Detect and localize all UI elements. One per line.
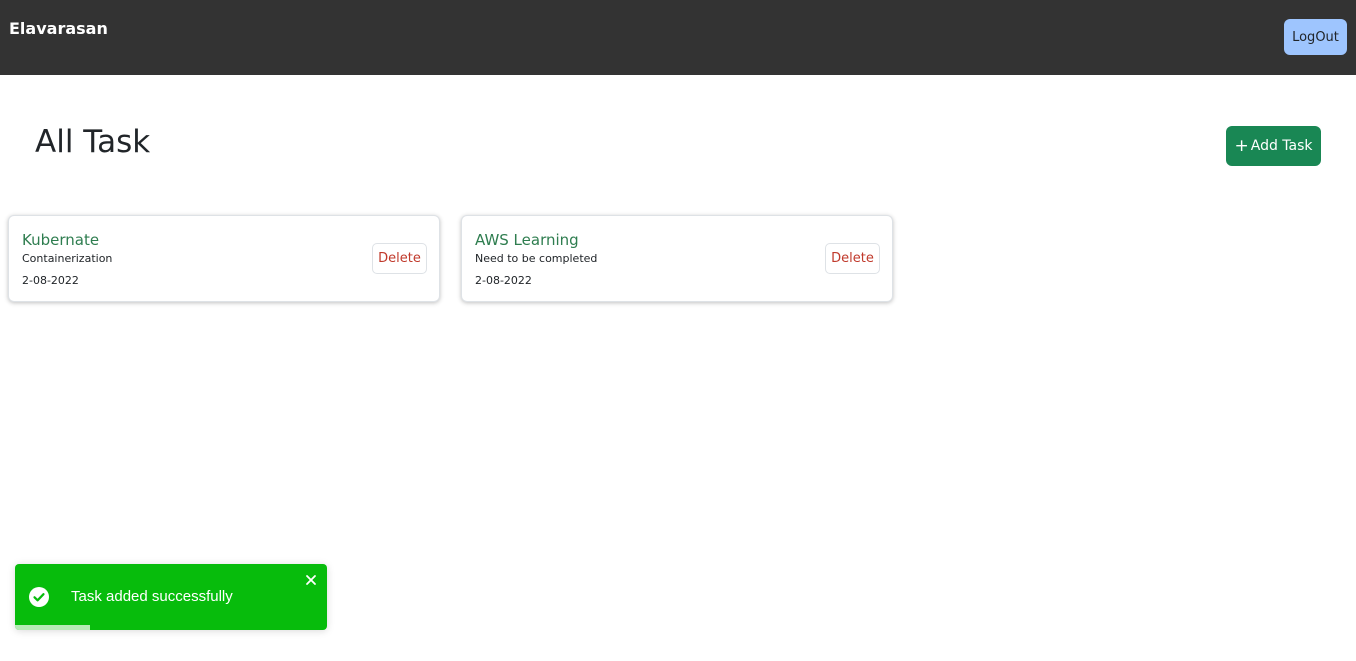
- task-description: Need to be completed: [475, 252, 598, 265]
- task-card: AWS Learning Need to be completed 2-08-2…: [461, 215, 893, 302]
- navbar-brand[interactable]: Elavarasan: [9, 19, 108, 38]
- logout-button[interactable]: LogOut: [1284, 19, 1347, 55]
- task-title: AWS Learning: [475, 231, 579, 249]
- top-navbar: Elavarasan LogOut: [0, 0, 1356, 75]
- delete-task-button[interactable]: Delete: [372, 243, 427, 274]
- check-circle-icon: [29, 587, 49, 607]
- add-task-label: Add Task: [1250, 138, 1313, 154]
- success-toast[interactable]: Task added successfully: [15, 564, 327, 630]
- close-icon[interactable]: [304, 572, 318, 586]
- plus-icon: +: [1234, 135, 1249, 156]
- task-date: 2-08-2022: [475, 274, 532, 287]
- task-title: Kubernate: [22, 231, 100, 249]
- add-task-button[interactable]: + Add Task: [1226, 126, 1321, 166]
- toast-progress-bar: [15, 625, 327, 630]
- toast-message: Task added successfully: [71, 588, 233, 605]
- task-description: Containerization: [22, 252, 113, 265]
- task-date: 2-08-2022: [22, 274, 79, 287]
- task-card: Kubernate Containerization 2-08-2022 Del…: [8, 215, 440, 302]
- toast-progress-fill: [15, 625, 90, 630]
- page-title: All Task: [35, 124, 151, 160]
- delete-task-button[interactable]: Delete: [825, 243, 880, 274]
